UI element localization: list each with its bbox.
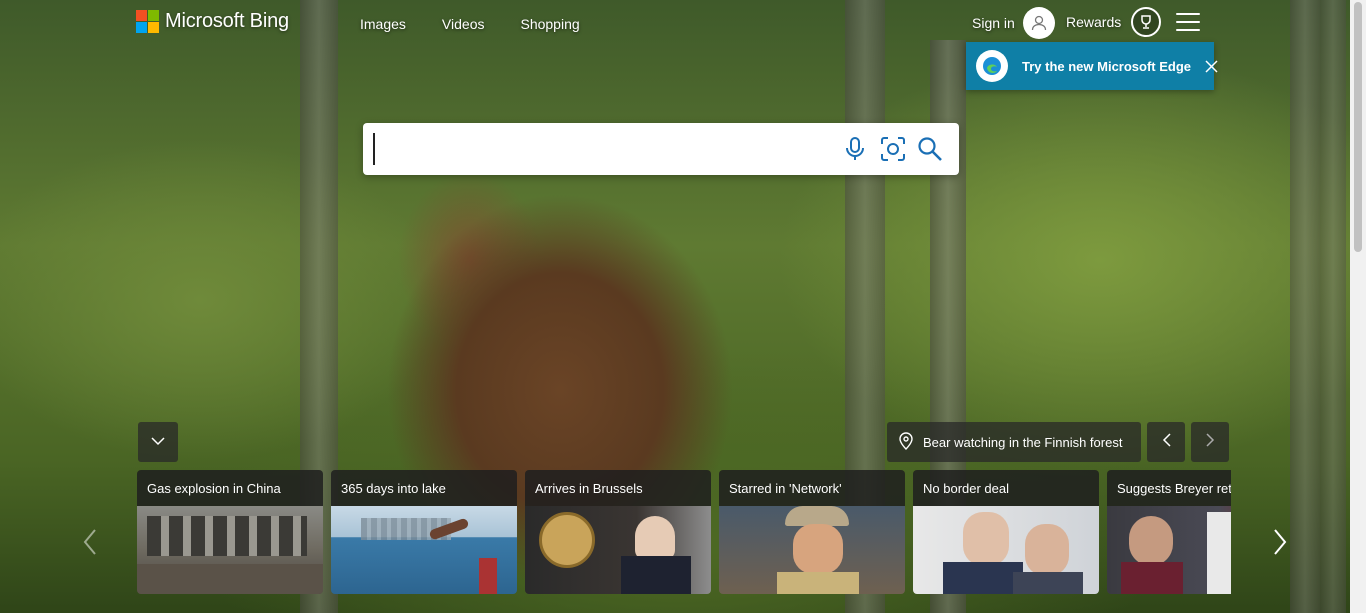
trophy-icon xyxy=(1131,7,1162,37)
user-icon xyxy=(1022,7,1055,39)
news-card-title: Arrives in Brussels xyxy=(525,470,711,506)
microsoft-logo-icon xyxy=(136,10,159,33)
image-caption[interactable]: Bear watching in the Finnish forest xyxy=(887,422,1141,462)
news-card[interactable]: 365 days into lake xyxy=(331,470,517,594)
nav-videos[interactable]: Videos xyxy=(442,16,485,32)
chevron-down-icon xyxy=(151,433,165,451)
carousel-next-arrow[interactable] xyxy=(1268,524,1292,560)
location-pin-icon xyxy=(899,431,913,453)
news-card-image xyxy=(137,506,323,594)
image-caption-text: Bear watching in the Finnish forest xyxy=(923,434,1123,450)
visual-search-icon[interactable] xyxy=(879,135,907,163)
search-input[interactable] xyxy=(373,133,833,165)
news-card-title: Starred in 'Network' xyxy=(719,470,905,506)
news-card-image xyxy=(331,506,517,594)
search-icon[interactable] xyxy=(916,135,944,163)
news-carousel: Gas explosion in China 365 days into lak… xyxy=(137,470,1231,594)
brand-name: Microsoft Bing xyxy=(165,10,289,32)
nav-shopping[interactable]: Shopping xyxy=(520,16,579,32)
search-box xyxy=(363,123,959,175)
next-image-button[interactable] xyxy=(1191,422,1229,462)
news-card[interactable]: No border deal xyxy=(913,470,1099,594)
news-card-title: Suggests Breyer reti xyxy=(1107,470,1231,506)
page-scrollbar[interactable] xyxy=(1350,0,1366,613)
news-card-image xyxy=(525,506,711,594)
bing-logo[interactable]: Microsoft Bing xyxy=(136,10,289,33)
news-card[interactable]: Gas explosion in China xyxy=(137,470,323,594)
sign-in-button[interactable]: Sign in xyxy=(972,7,1055,39)
edge-logo-icon xyxy=(976,50,1008,82)
edge-promo-banner[interactable]: Try the new Microsoft Edge xyxy=(966,42,1218,90)
news-card[interactable]: Starred in 'Network' xyxy=(719,470,905,594)
carousel-prev-arrow[interactable] xyxy=(78,524,102,560)
news-card-image xyxy=(719,506,905,594)
top-nav: Images Videos Shopping xyxy=(360,16,580,32)
news-card[interactable]: Arrives in Brussels xyxy=(525,470,711,594)
edge-promo-text: Try the new Microsoft Edge xyxy=(1022,58,1192,74)
chevron-left-icon xyxy=(1162,432,1171,452)
news-card[interactable]: Suggests Breyer reti xyxy=(1107,470,1231,594)
close-icon[interactable] xyxy=(1205,58,1218,74)
microphone-icon[interactable] xyxy=(841,135,869,163)
chevron-right-icon xyxy=(1205,432,1215,452)
news-card-image xyxy=(913,506,1099,594)
news-card-title: No border deal xyxy=(913,470,1099,506)
sign-in-label: Sign in xyxy=(972,15,1015,31)
rewards-button[interactable]: Rewards xyxy=(1066,7,1162,37)
news-card-image xyxy=(1107,506,1231,594)
rewards-label: Rewards xyxy=(1066,14,1122,30)
scrollbar-thumb[interactable] xyxy=(1354,2,1362,252)
hamburger-menu-icon[interactable] xyxy=(1176,13,1200,31)
collapse-feed-button[interactable] xyxy=(138,422,178,462)
news-card-title: Gas explosion in China xyxy=(137,470,323,506)
previous-image-button[interactable] xyxy=(1147,422,1185,462)
news-card-title: 365 days into lake xyxy=(331,470,517,506)
nav-images[interactable]: Images xyxy=(360,16,406,32)
